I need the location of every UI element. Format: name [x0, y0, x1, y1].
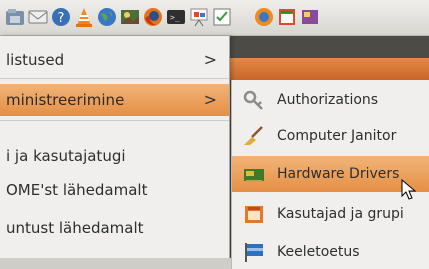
menu-item-about-gnome[interactable]: OME'st lähedamalt — [0, 174, 229, 206]
mouse-cursor-icon — [401, 179, 417, 201]
svg-text:>_: >_ — [170, 13, 180, 22]
menu-item-about-ubuntu[interactable]: untust lähedamalt — [0, 212, 229, 244]
menu-item-label: listused — [6, 51, 65, 69]
submenu-item-users-groups[interactable]: Kasutajad ja grupi — [232, 196, 429, 232]
keys-icon — [242, 89, 266, 111]
terminal-icon[interactable]: >_ — [165, 6, 187, 28]
image-viewer-icon[interactable] — [119, 6, 141, 28]
administration-submenu: Authorizations Computer Janitor Hardware… — [231, 80, 429, 269]
vlc-cone-icon[interactable] — [73, 6, 95, 28]
help-icon[interactable]: ? — [50, 6, 72, 28]
submenu-item-authorizations[interactable]: Authorizations — [232, 82, 429, 118]
menu-item-listused[interactable]: listused > — [0, 44, 229, 76]
users-groups-icon — [242, 203, 266, 225]
flag-icon — [242, 241, 266, 263]
submenu-item-hardware-drivers[interactable]: Hardware Drivers — [232, 156, 429, 192]
update-icon[interactable] — [299, 6, 321, 28]
submenu-item-computer-janitor[interactable]: Computer Janitor — [232, 118, 429, 154]
menu-item-help-support[interactable]: i ja kasutajatugi — [0, 140, 229, 172]
top-panel: ? >_ — [0, 0, 429, 36]
menu-separator — [0, 78, 229, 79]
chevron-right-icon: > — [203, 50, 217, 69]
hardware-card-icon — [242, 163, 266, 185]
submenu-item-label: Computer Janitor — [277, 128, 397, 144]
chevron-right-icon: > — [203, 90, 217, 109]
submenu-item-label: Authorizations — [277, 92, 379, 108]
mail-icon[interactable] — [27, 6, 49, 28]
menu-item-label: OME'st lähedamalt — [6, 181, 148, 199]
menu-item-label: untust lähedamalt — [6, 219, 144, 237]
broom-icon — [242, 125, 266, 147]
menu-item-administreerimine[interactable]: ministreerimine > — [0, 84, 229, 116]
network-icon[interactable] — [253, 6, 275, 28]
presentation-icon[interactable] — [188, 6, 210, 28]
home-folder-icon[interactable] — [4, 6, 26, 28]
notes-icon[interactable] — [276, 6, 298, 28]
checklist-icon[interactable] — [211, 6, 233, 28]
svg-text:?: ? — [58, 11, 65, 26]
submenu-item-language-support[interactable]: Keeletoetus — [232, 234, 429, 269]
globe-icon[interactable] — [96, 6, 118, 28]
submenu-item-label: Hardware Drivers — [277, 166, 400, 182]
submenu-item-label: Kasutajad ja grupi — [277, 206, 404, 222]
applications-menu: listused > ministreerimine > i ja kasuta… — [0, 36, 230, 269]
menu-item-label: i ja kasutajatugi — [6, 147, 126, 165]
panel-highlight-strip — [225, 58, 429, 80]
menu-separator — [0, 120, 229, 121]
menu-item-label: ministreerimine — [6, 91, 125, 109]
submenu-item-label: Keeletoetus — [277, 244, 360, 260]
firefox-icon[interactable] — [142, 6, 164, 28]
bottom-panel — [0, 258, 231, 269]
